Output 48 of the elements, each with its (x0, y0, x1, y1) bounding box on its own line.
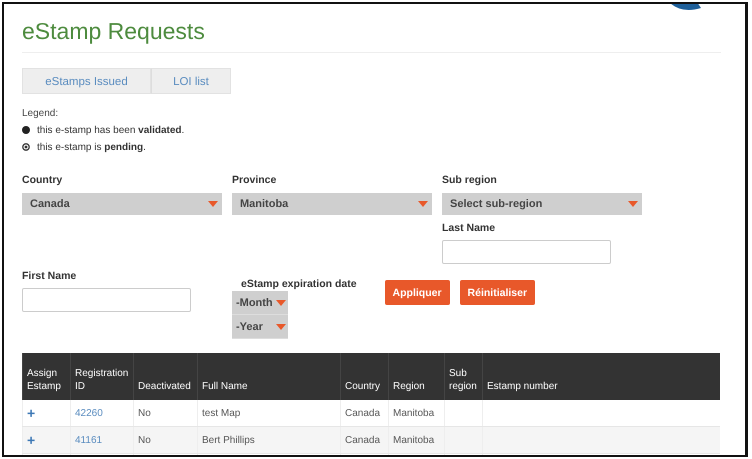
caret-icon (276, 324, 286, 330)
dropdown[interactable]: Canada (22, 193, 222, 215)
field-label: Last Name (442, 222, 496, 235)
field-label: eStamp expiration date (241, 278, 357, 291)
caret-icon (276, 300, 286, 306)
column-header: Sub region (444, 353, 482, 400)
column-header: Registration ID (70, 353, 134, 400)
table-cell: No (138, 408, 151, 418)
table-cell: Bert Phillips (202, 434, 255, 446)
filled-dot-icon (22, 126, 30, 134)
column-header: Deactivated (134, 353, 198, 400)
tab[interactable]: eStamps Issued (22, 68, 151, 94)
column-header: Assign Estamp (22, 353, 70, 400)
table-cell: test Map (202, 408, 240, 418)
ring-dot-icon (22, 143, 30, 151)
tab[interactable]: LOI list (151, 68, 231, 94)
legend-text: this e-stamp is pending. (37, 142, 146, 152)
registration-link[interactable]: 41161 (75, 434, 102, 446)
caret-icon (208, 201, 218, 207)
field-label: First Name (22, 270, 78, 283)
field-label: Province (232, 174, 278, 187)
table-cell: Canada (345, 408, 380, 418)
table-cell: Manitoba (393, 434, 434, 446)
field-label: Country (22, 174, 64, 187)
input-field[interactable] (22, 288, 191, 312)
add-button[interactable]: + (27, 405, 36, 421)
column-header: Full Name (198, 353, 340, 400)
caret-icon (418, 201, 428, 207)
table-cell: Canada (345, 434, 380, 446)
input-field[interactable] (442, 240, 611, 264)
table-cell: No (138, 434, 151, 446)
dropdown[interactable]: Manitoba (232, 193, 432, 215)
dropdown[interactable]: -Month (232, 291, 288, 315)
registration-link[interactable]: 42260 (75, 408, 103, 418)
dropdown[interactable]: Select sub-region (442, 193, 642, 215)
page-title: eStamp Requests (22, 18, 206, 46)
legend-title: Legend: (22, 108, 60, 119)
table-cell: Manitoba (393, 408, 434, 418)
add-button[interactable]: + (27, 432, 36, 448)
column-header: Region (388, 353, 444, 400)
column-header: Estamp number (482, 353, 720, 400)
action-button[interactable]: Réinitialiser (460, 280, 536, 305)
legend-text: this e-stamp has been validated. (37, 124, 184, 136)
column-header: Country (340, 353, 388, 400)
action-button[interactable]: Appliquer (384, 280, 450, 305)
field-label: Sub region (442, 174, 498, 187)
caret-icon (628, 201, 638, 207)
dropdown[interactable]: -Year (232, 315, 288, 339)
